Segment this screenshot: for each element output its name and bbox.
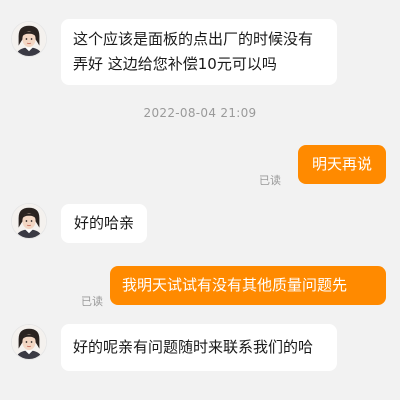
agent-avatar-icon [12,325,46,359]
read-status: 已读 [259,174,281,187]
message-text: 明天再说 [311,155,372,173]
message-bubble-agent: 这个应该是面板的点出厂的时候没有弄好 这边给您补偿10元可以吗 [61,19,337,85]
agent-avatar[interactable] [11,203,47,239]
message-text: 好的呢亲有问题随时来联系我们的哈 [73,338,314,356]
message-bubble-agent: 好的呢亲有问题随时来联系我们的哈 [61,324,337,371]
chat-thread: 这个应该是面板的点出厂的时候没有弄好 这边给您补偿10元可以吗 2022-08-… [0,0,400,400]
message-bubble-agent: 好的哈亲 [61,204,148,243]
read-status: 已读 [81,295,103,308]
agent-avatar[interactable] [11,21,47,57]
message-text: 这个应该是面板的点出厂的时候没有弄好 这边给您补偿10元可以吗 [73,30,314,73]
agent-avatar-icon [12,204,46,238]
agent-avatar-icon [12,22,46,56]
message-timestamp: 2022-08-04 21:09 [143,106,257,120]
agent-avatar[interactable] [11,324,47,360]
message-text: 好的哈亲 [74,214,135,232]
message-bubble-user: 我明天试试有没有其他质量问题先 [110,266,386,305]
message-bubble-user: 明天再说 [297,145,386,184]
message-text: 我明天试试有没有其他质量问题先 [122,276,348,294]
